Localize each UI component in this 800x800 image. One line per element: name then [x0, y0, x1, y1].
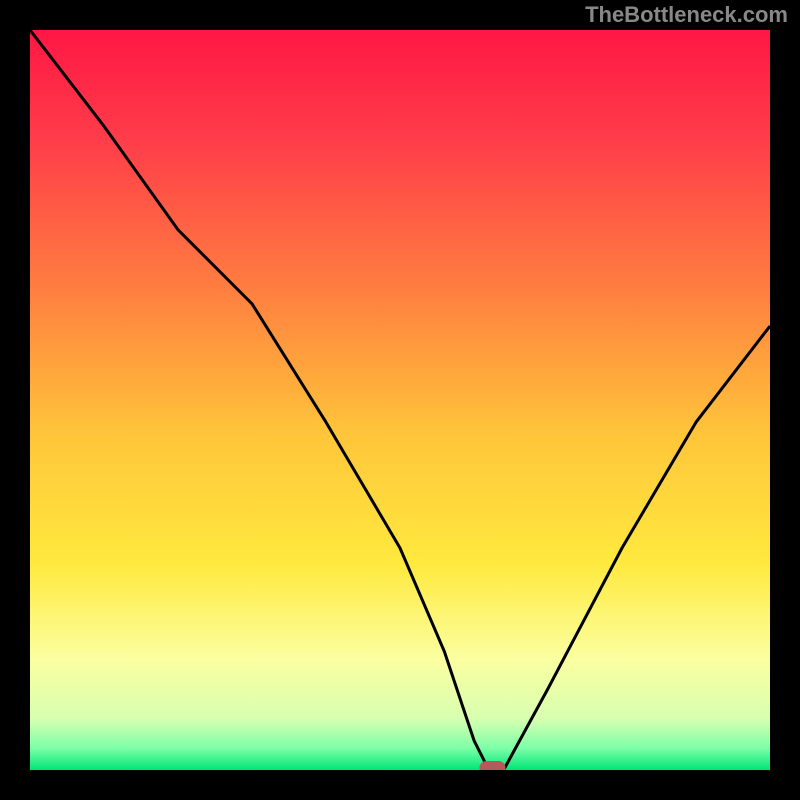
plot-area	[30, 30, 770, 770]
watermark-text: TheBottleneck.com	[585, 2, 788, 28]
optimal-marker	[480, 761, 506, 770]
gradient-background	[30, 30, 770, 770]
chart-container: TheBottleneck.com	[0, 0, 800, 800]
chart-svg	[30, 30, 770, 770]
